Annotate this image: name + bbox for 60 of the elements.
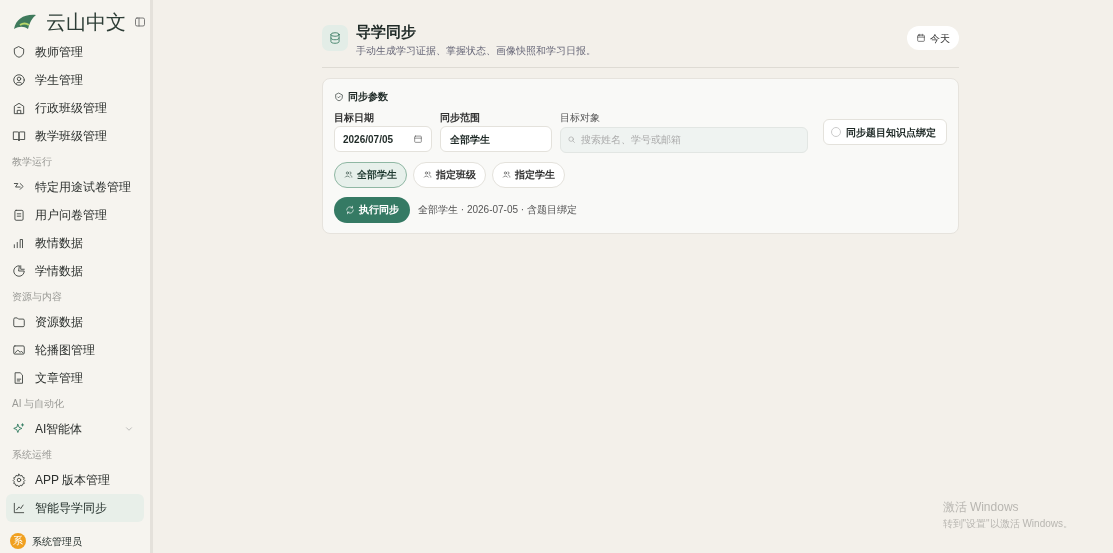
shield-check-icon — [334, 91, 344, 102]
nav-item[interactable]: 轮播图管理 — [6, 336, 144, 364]
page-subtitle: 手动生成学习证据、掌握状态、画像快照和学习日报。 — [356, 44, 597, 58]
nav-item[interactable]: 教师管理 — [6, 38, 144, 66]
panel-toggle-icon[interactable] — [134, 16, 146, 28]
calendar-icon — [916, 33, 926, 43]
users-icon — [344, 170, 353, 179]
building-icon — [12, 101, 26, 115]
card-title: 同步参数 — [348, 90, 388, 104]
section-label: 教学运行 — [12, 155, 52, 169]
clipboard-icon — [12, 208, 26, 222]
date-field[interactable]: 2026/07/05 — [334, 126, 432, 152]
nav-item[interactable]: 用户问卷管理 — [6, 201, 144, 229]
users-icon — [423, 170, 432, 179]
nav-item[interactable]: 学生管理 — [6, 66, 144, 94]
section-label: AI 与自动化 — [12, 397, 65, 411]
folder-icon — [12, 315, 26, 329]
field-label: 目标对象 — [560, 111, 601, 123]
section-label: 资源与内容 — [12, 290, 62, 304]
image-icon — [12, 343, 26, 357]
nav-item[interactable]: 学情数据 — [6, 257, 144, 285]
nav-item[interactable]: 智能导学同步 — [6, 494, 144, 522]
scope-chip[interactable]: 指定学生 — [492, 161, 565, 188]
field-label: 目标日期 — [334, 111, 375, 123]
field-label: 同步范围 — [440, 111, 481, 123]
sync-summary: 全部学生 · 2026-07-05 · 含题目绑定 — [418, 203, 577, 217]
users-icon — [502, 170, 511, 179]
scope-select[interactable]: 全部学生 — [440, 126, 552, 152]
sync-option[interactable]: 同步题目知识点绑定 — [823, 119, 947, 145]
calendar-icon — [413, 134, 423, 144]
scope-chip[interactable]: 指定班级 — [413, 161, 486, 188]
nav-item[interactable]: APP 版本管理 — [6, 466, 144, 494]
section-label: 系统运维 — [12, 448, 52, 462]
document-icon — [12, 371, 26, 385]
today-button[interactable]: 今天 — [907, 26, 959, 50]
nav-item[interactable]: 教学班级管理 — [6, 122, 144, 150]
run-sync-button[interactable]: 执行同步 — [334, 196, 410, 223]
gear-icon — [12, 473, 26, 487]
nav-item[interactable]: 特定用途试卷管理 — [6, 173, 144, 201]
pie-chart-icon — [12, 264, 26, 278]
nav-item[interactable]: 教情数据 — [6, 229, 144, 257]
avatar: 系 — [10, 533, 26, 549]
chart-icon — [12, 501, 26, 515]
radio-button[interactable] — [831, 127, 841, 137]
nav-item[interactable]: AI智能体 — [6, 415, 144, 443]
scope-chip[interactable]: 全部学生 — [334, 161, 407, 188]
book-icon — [12, 129, 26, 143]
user-name: 系统管理员 — [32, 534, 82, 549]
search-field[interactable]: 搜索姓名、学号或邮箱 — [560, 126, 808, 153]
user-circle-icon — [12, 73, 26, 87]
sparkles-icon — [12, 422, 26, 436]
bar-chart-icon — [12, 236, 26, 250]
nav-item[interactable]: 资源数据 — [6, 308, 144, 336]
page-title: 导学同步 — [356, 22, 417, 42]
shield-icon — [12, 45, 26, 59]
nav-item[interactable]: 行政班级管理 — [6, 94, 144, 122]
database-icon — [328, 31, 342, 45]
brand-name: 云山中文 — [46, 12, 126, 32]
nav-item[interactable]: 文章管理 — [6, 364, 144, 392]
refresh-icon — [345, 204, 355, 215]
